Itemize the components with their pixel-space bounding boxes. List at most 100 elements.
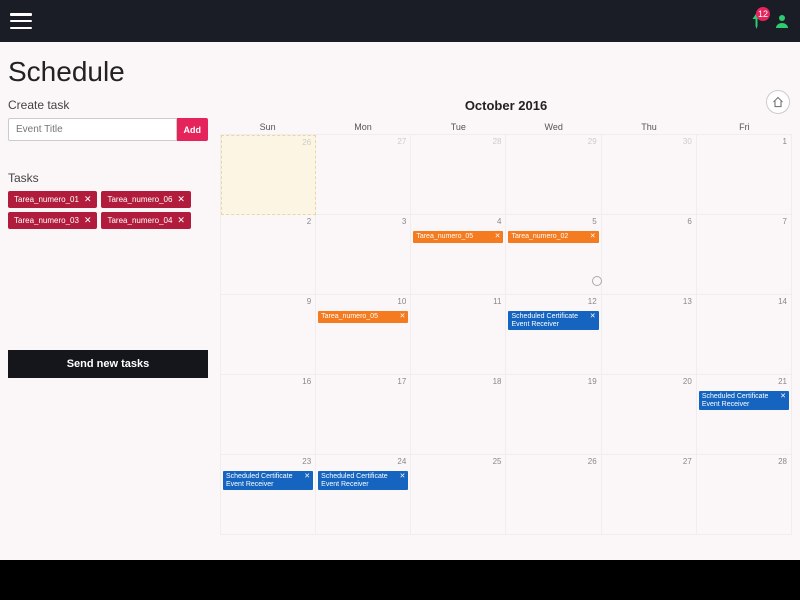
- task-chip[interactable]: Tarea_numero_03✕: [8, 212, 97, 229]
- add-task-button[interactable]: Add: [177, 118, 209, 141]
- calendar-event[interactable]: Scheduled Certificate Event Receiver✕: [699, 391, 789, 410]
- task-title-input[interactable]: [8, 118, 177, 141]
- calendar-cell[interactable]: 19: [506, 375, 601, 455]
- calendar-cell[interactable]: 2: [221, 215, 316, 295]
- calendar-cell[interactable]: 11: [411, 295, 506, 375]
- calendar-cell[interactable]: 17: [316, 375, 411, 455]
- event-remove-icon[interactable]: ✕: [399, 313, 405, 321]
- calendar-cell[interactable]: 30: [602, 135, 697, 215]
- day-number: 17: [397, 377, 406, 386]
- day-number: 11: [493, 297, 501, 306]
- calendar-cell[interactable]: 10 Tarea_numero_05 ✕: [316, 295, 411, 375]
- day-number: 29: [588, 137, 597, 146]
- day-number: 20: [683, 377, 692, 386]
- day-number: 3: [402, 217, 406, 226]
- sidebar: Create task Add Tasks Tarea_numero_01✕Ta…: [8, 92, 208, 535]
- calendar-cell[interactable]: 16: [221, 375, 316, 455]
- calendar-cell[interactable]: 7: [697, 215, 792, 295]
- chip-label: Tarea_numero_01: [14, 195, 79, 204]
- day-number: 14: [778, 297, 787, 306]
- day-number: 5: [592, 217, 596, 226]
- calendar-event[interactable]: Tarea_numero_02✕: [508, 231, 598, 243]
- topbar-right: 12: [748, 13, 790, 29]
- calendar-cell[interactable]: 3: [316, 215, 411, 295]
- calendar-cell[interactable]: 27: [316, 135, 411, 215]
- calendar-event[interactable]: Scheduled Certificate Event Receiver✕: [223, 471, 313, 490]
- calendar-cell[interactable]: 28: [411, 135, 506, 215]
- day-number: 21: [778, 377, 787, 386]
- event-remove-icon[interactable]: ✕: [304, 473, 310, 488]
- create-task-label: Create task: [8, 98, 208, 112]
- home-button[interactable]: [766, 90, 790, 114]
- event-remove-icon[interactable]: ✕: [780, 393, 786, 408]
- day-number: 13: [683, 297, 692, 306]
- day-number: 23: [302, 457, 311, 466]
- calendar-cell[interactable]: 26: [221, 135, 316, 215]
- calendar-cell[interactable]: 25: [411, 455, 506, 535]
- chip-remove-icon[interactable]: ✕: [84, 215, 92, 226]
- event-label: Scheduled Certificate Event Receiver: [702, 393, 777, 408]
- calendar-cell[interactable]: 13: [602, 295, 697, 375]
- chip-remove-icon[interactable]: ✕: [177, 194, 185, 205]
- event-remove-icon[interactable]: ✕: [399, 473, 405, 488]
- send-tasks-button[interactable]: Send new tasks: [8, 350, 208, 378]
- task-chips: Tarea_numero_01✕Tarea_numero_06✕Tarea_nu…: [8, 191, 208, 229]
- task-chip[interactable]: Tarea_numero_04✕: [101, 212, 190, 229]
- day-number: 4: [497, 217, 501, 226]
- day-number: 24: [397, 457, 406, 466]
- day-number: 27: [683, 457, 692, 466]
- calendar-cell[interactable]: 20: [602, 375, 697, 455]
- calendar-cell[interactable]: 29: [506, 135, 601, 215]
- day-number: 16: [302, 377, 311, 386]
- calendar-event[interactable]: Tarea_numero_05✕: [413, 231, 503, 243]
- event-label: Scheduled Certificate Event Receiver: [321, 473, 396, 488]
- notification-count-badge: 12: [756, 7, 770, 21]
- day-number: 10: [397, 297, 406, 306]
- calendar-cell[interactable]: 24Scheduled Certificate Event Receiver✕: [316, 455, 411, 535]
- calendar-cell[interactable]: 14: [697, 295, 792, 375]
- day-number: 25: [493, 457, 502, 466]
- calendar-day-headers: SunMonTueWedThuFri: [220, 118, 792, 134]
- day-number: 28: [493, 137, 502, 146]
- day-header: Sun: [220, 122, 315, 132]
- page-title: Schedule: [0, 42, 800, 92]
- calendar-cell[interactable]: 28: [697, 455, 792, 535]
- event-remove-icon[interactable]: ✕: [590, 313, 596, 328]
- calendar-cell[interactable]: 5 Tarea_numero_02✕: [506, 215, 601, 295]
- calendar-cell[interactable]: 9: [221, 295, 316, 375]
- event-remove-icon[interactable]: ✕: [495, 233, 501, 241]
- calendar-cell[interactable]: 1: [697, 135, 792, 215]
- calendar-cell[interactable]: 12Scheduled Certificate Event Receiver✕: [506, 295, 601, 375]
- calendar-cell[interactable]: 26: [506, 455, 601, 535]
- day-number: 6: [687, 217, 691, 226]
- menu-icon[interactable]: [10, 13, 32, 29]
- day-number: 1: [783, 137, 787, 146]
- day-number: 28: [778, 457, 787, 466]
- day-header: Fri: [697, 122, 792, 132]
- pin-icon[interactable]: 12: [748, 13, 764, 29]
- chip-remove-icon[interactable]: ✕: [177, 215, 185, 226]
- calendar-cell[interactable]: 23 Scheduled Certificate Event Receiver✕: [221, 455, 316, 535]
- calendar-cell[interactable]: 6: [602, 215, 697, 295]
- user-icon[interactable]: [774, 13, 790, 29]
- calendar-header: October 2016: [220, 92, 792, 118]
- chip-remove-icon[interactable]: ✕: [84, 194, 92, 205]
- calendar-grid: 26272829301234Tarea_numero_05✕5Tarea_num…: [220, 134, 792, 535]
- calendar: October 2016 SunMonTueWedThuFri 26272829…: [220, 92, 792, 535]
- day-number: 26: [302, 138, 311, 147]
- calendar-cell[interactable]: 21Scheduled Certificate Event Receiver✕: [697, 375, 792, 455]
- calendar-cell[interactable]: 18: [411, 375, 506, 455]
- day-header: Tue: [411, 122, 506, 132]
- calendar-event[interactable]: Scheduled Certificate Event Receiver✕: [508, 311, 598, 330]
- calendar-cell[interactable]: 27: [602, 455, 697, 535]
- task-chip[interactable]: Tarea_numero_01 ✕: [8, 191, 97, 208]
- calendar-event[interactable]: Scheduled Certificate Event Receiver✕: [318, 471, 408, 490]
- event-remove-icon[interactable]: ✕: [590, 233, 596, 241]
- calendar-cell[interactable]: 4 Tarea_numero_05✕: [411, 215, 506, 295]
- task-chip[interactable]: Tarea_numero_06✕: [101, 191, 190, 208]
- event-label: Tarea_numero_05: [321, 313, 378, 321]
- calendar-event[interactable]: Tarea_numero_05 ✕: [318, 311, 408, 323]
- day-number: 26: [588, 457, 597, 466]
- day-number: 9: [307, 297, 311, 306]
- day-number: 7: [783, 217, 787, 226]
